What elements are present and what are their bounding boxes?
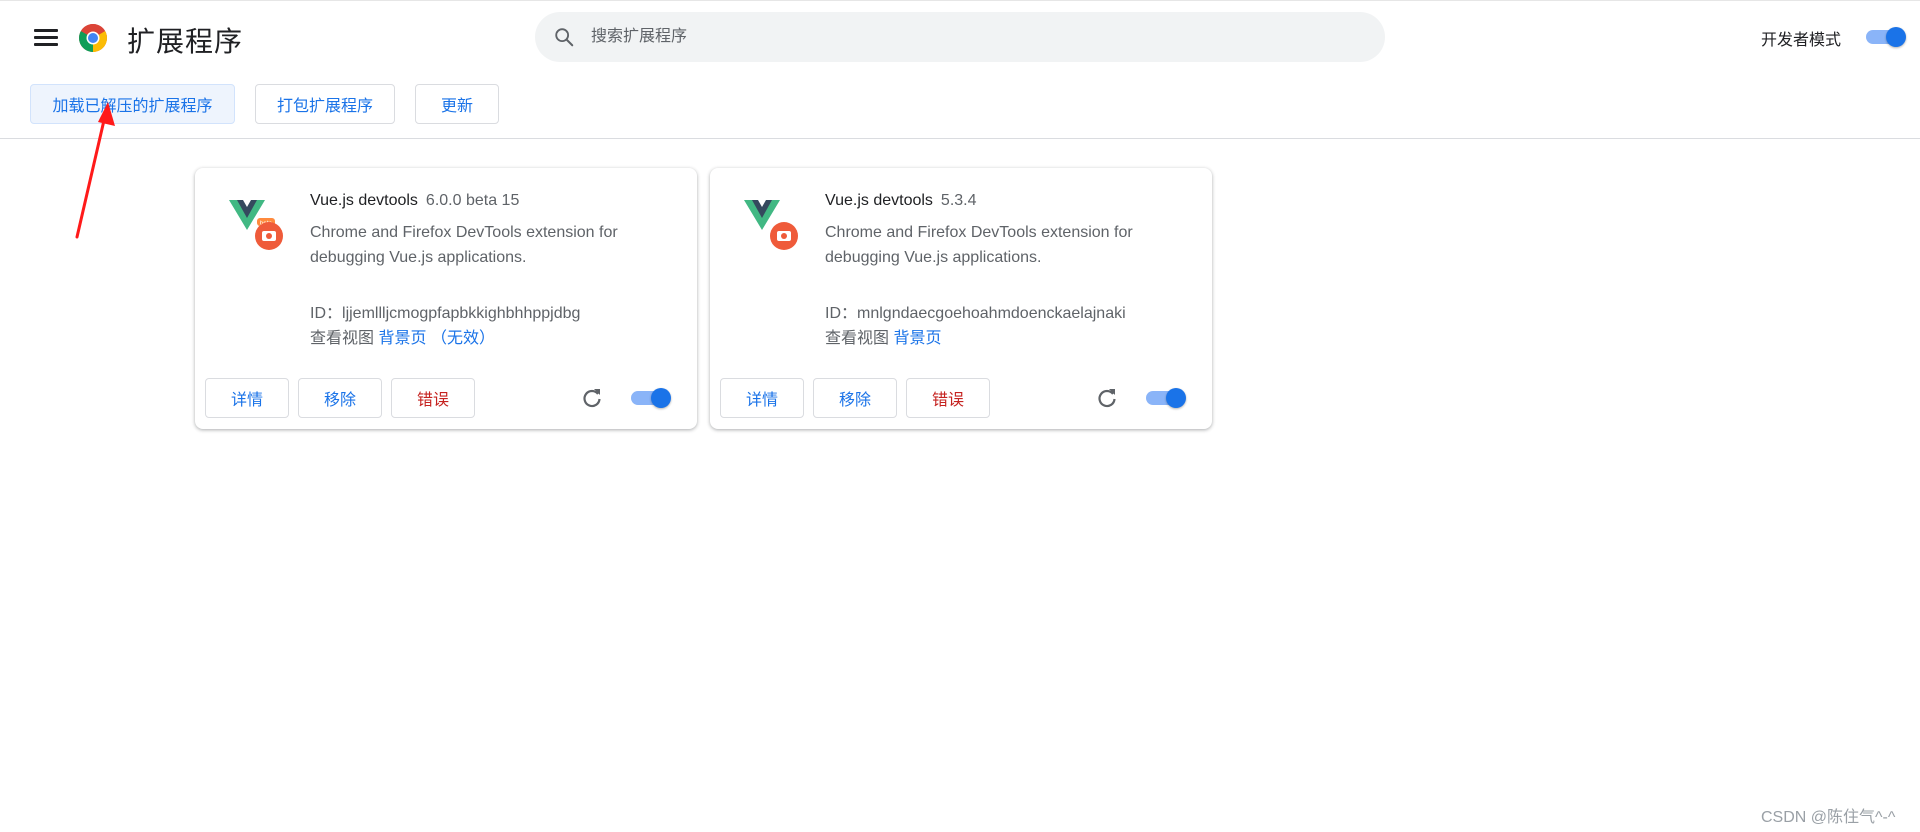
chrome-logo [79, 24, 107, 52]
devmode-toggle[interactable] [1866, 27, 1906, 47]
extension-version: 6.0.0 beta 15 [425, 192, 520, 209]
extension-version: 5.3.4 [940, 192, 977, 209]
page-title: 扩展程序 [127, 26, 244, 57]
inspect-views: 查看视图 背景页 [825, 324, 941, 348]
update-button[interactable]: 更新 [415, 84, 499, 124]
extension-id-label: ID： [310, 305, 343, 322]
background-page-link[interactable]: 背景页 [893, 330, 941, 347]
devmode-label: 开发者模式 [1761, 32, 1842, 49]
search-input[interactable] [591, 20, 1351, 54]
details-button[interactable]: 详情 [205, 378, 289, 418]
extension-card: Vue.js devtools 5.3.4 Chrome and Firefox … [710, 168, 1212, 429]
vue-devtools-icon [744, 200, 798, 250]
search-box[interactable] [535, 12, 1385, 62]
inspect-views: 查看视图 背景页 （无效） [310, 324, 495, 348]
load-unpacked-button[interactable]: 加载已解压的扩展程序 [30, 84, 235, 124]
inactive-label[interactable]: （无效） [431, 330, 495, 347]
extension-id-value: mnlgndaecgoehoahmdoenckaelajnaki [857, 305, 1126, 322]
reload-icon[interactable] [1095, 386, 1119, 410]
extension-id-value: ljjemllljcmogpfapbkkighbhhppjdbg [342, 305, 581, 322]
extension-name: Vue.js devtools 6.0.0 beta 15 [310, 192, 519, 210]
remove-button[interactable]: 移除 [813, 378, 897, 418]
annotation-arrow-icon [75, 102, 115, 239]
extension-id: ID：mnlgndaecgoehoahmdoenckaelajnaki [825, 299, 1126, 323]
extension-title: Vue.js devtools [310, 192, 418, 209]
inspect-views-label: 查看视图 [825, 330, 890, 347]
toolbar: 加载已解压的扩展程序 打包扩展程序 更新 [0, 84, 1920, 139]
watermark: CSDN @陈住气^-^ [1761, 809, 1896, 826]
extension-id: ID：ljjemllljcmogpfapbkkighbhhppjdbg [310, 299, 580, 323]
extension-description: Chrome and Firefox DevTools extension fo… [825, 224, 1133, 266]
errors-button[interactable]: 错误 [391, 378, 475, 418]
vue-devtools-beta-icon: beta [229, 200, 283, 250]
extension-enable-toggle[interactable] [1146, 388, 1186, 408]
errors-button[interactable]: 错误 [906, 378, 990, 418]
extension-enable-toggle[interactable] [631, 388, 671, 408]
remove-button[interactable]: 移除 [298, 378, 382, 418]
extension-id-label: ID： [825, 305, 858, 322]
details-button[interactable]: 详情 [720, 378, 804, 418]
search-icon [555, 28, 574, 47]
inspect-views-label: 查看视图 [310, 330, 375, 347]
extension-title: Vue.js devtools [825, 192, 933, 209]
extension-card: beta Vue.js devtools 6.0.0 beta 15 Chrome… [195, 168, 697, 429]
extension-name: Vue.js devtools 5.3.4 [825, 192, 977, 210]
extension-description: Chrome and Firefox DevTools extension fo… [310, 224, 618, 266]
menu-icon[interactable] [34, 29, 58, 49]
background-page-link[interactable]: 背景页 [378, 330, 426, 347]
pack-extension-button[interactable]: 打包扩展程序 [255, 84, 395, 124]
reload-icon[interactable] [580, 386, 604, 410]
header: 扩展程序 开发者模式 [0, 0, 1920, 72]
extensions-page: 扩展程序 开发者模式 加载已解压的扩展程序 打包扩展程序 更新 beta [0, 0, 1920, 832]
